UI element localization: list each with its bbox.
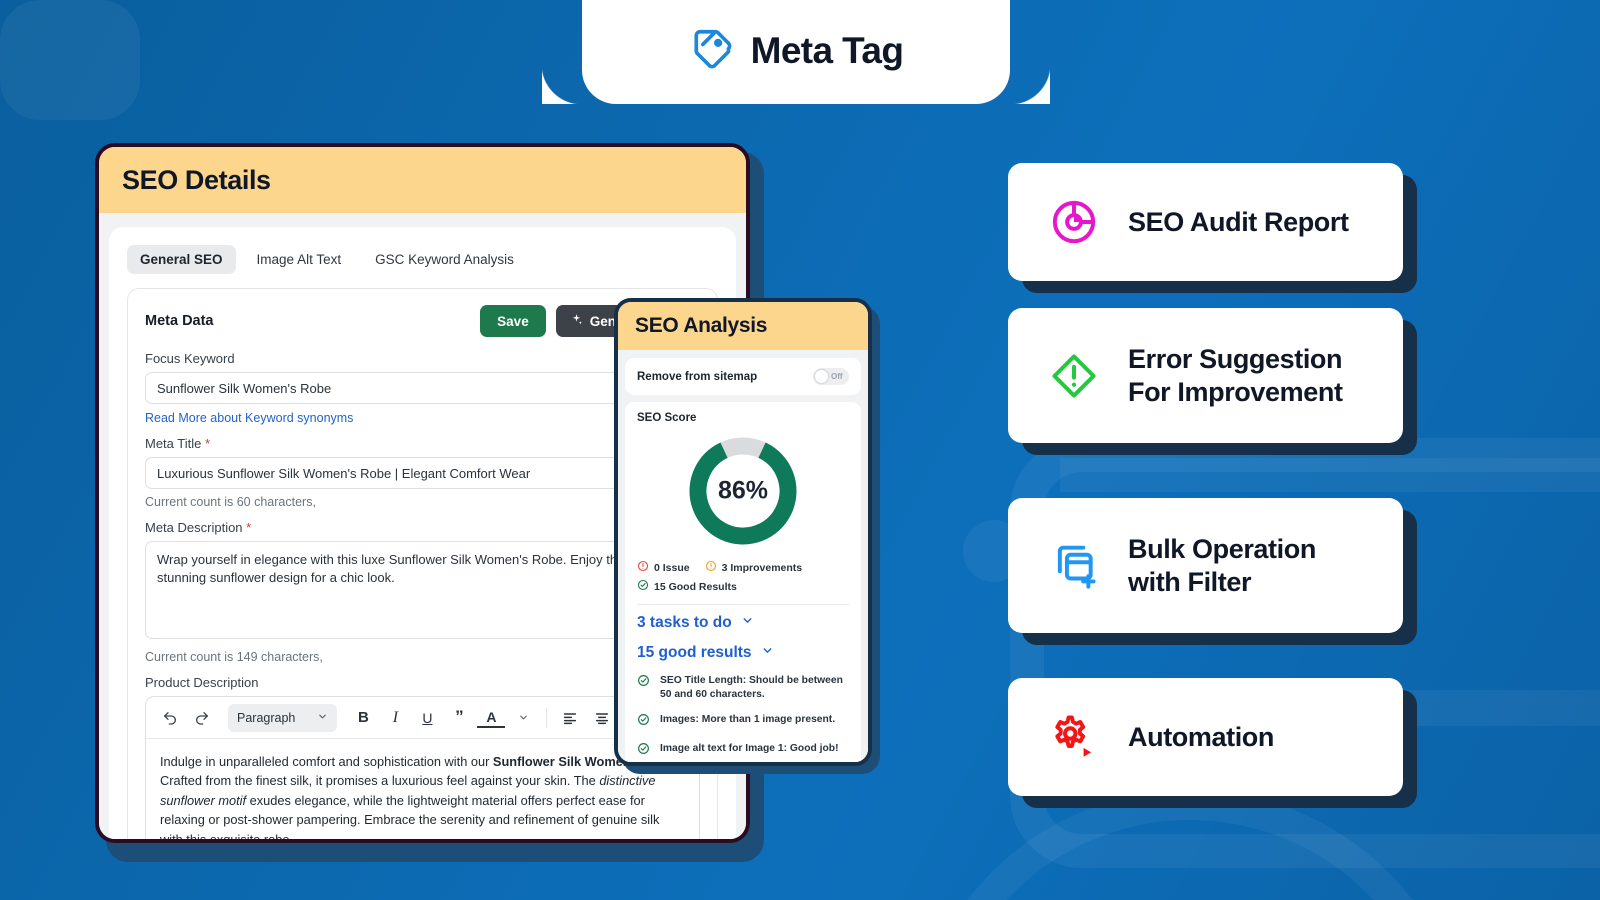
alert-diamond-icon [1048,350,1100,402]
improvements-stat-label: 3 Improvements [721,561,803,574]
feature-label-line1: Bulk Operation [1128,533,1316,564]
seo-details-header: SEO Details [99,147,746,213]
seo-score-section: SEO Score 86% 0 Issue 3 Improvements 15 … [625,402,861,762]
feature-label: SEO Audit Report [1128,206,1349,237]
deco-bar [1060,458,1600,492]
seo-score-donut-chart: 86% [637,432,849,550]
chevron-down-icon [317,711,328,725]
seo-analysis-card: SEO Analysis Remove from sitemap Off SEO… [614,298,872,766]
required-marker: * [246,520,252,535]
feature-card-seo-audit-report[interactable]: SEO Audit Report [1008,163,1403,281]
toggle-knob [815,370,828,383]
feature-label-line2: For Improvement [1128,376,1343,407]
toolbar-divider [546,707,548,728]
seo-stat-row-2: 15 Good Results [637,579,849,594]
align-left-icon[interactable] [556,704,584,732]
seo-analysis-header: SEO Analysis [618,302,868,350]
feature-card-automation[interactable]: Automation [1008,678,1403,796]
toggle-state-label: Off [831,372,843,381]
save-button[interactable]: Save [480,305,546,337]
chevron-down-icon [741,614,754,632]
feature-label: Automation [1128,721,1274,752]
text-color-icon[interactable]: A [477,708,506,728]
undo-icon[interactable] [156,704,184,732]
align-center-icon[interactable] [588,704,616,732]
seo-details-title: SEO Details [122,164,271,195]
good-result-text: Images: More than 1 image present. [660,714,836,726]
text-color-chevron-down-icon[interactable] [509,704,537,732]
seo-analysis-body: Remove from sitemap Off SEO Score 86% 0 … [618,350,868,762]
feature-label: Bulk Operation with Filter [1128,533,1316,599]
issues-stat-label: 0 Issue [654,561,690,574]
tab-gsc-keyword-analysis[interactable]: GSC Keyword Analysis [362,245,527,274]
page-header: Meta Tag [0,0,1600,106]
chevron-down-icon [761,644,774,662]
good-result-text: Image alt text for Image 1: Good job! [660,743,839,755]
pie-chart-icon [1048,196,1100,248]
good-result-text: SEO Title Length: Should be between 50 a… [660,675,843,701]
good-results-label: 15 good results [637,644,752,661]
check-circle-icon [637,742,650,760]
good-results-stat-label: 15 Good Results [654,580,737,593]
seo-stat-row-1: 0 Issue 3 Improvements [637,560,849,575]
feature-label-line1: Error Suggestion [1128,343,1343,374]
redo-icon[interactable] [188,704,216,732]
seo-tabs: General SEO Image Alt Text GSC Keyword A… [127,245,718,274]
good-results-stat: 15 Good Results [637,579,737,594]
alert-circle-icon [637,560,649,575]
italic-icon[interactable]: I [381,704,409,732]
copy-plus-icon [1048,540,1100,592]
feature-label-line2: with Filter [1128,566,1252,597]
bold-icon[interactable]: B [349,704,377,732]
seo-analysis-title: SEO Analysis [635,314,768,337]
required-marker: * [204,436,211,451]
good-result-item: SEO Title Length: Should be between 50 a… [637,674,849,702]
feature-card-error-suggestion[interactable]: Error Suggestion For Improvement [1008,308,1403,443]
block-format-select[interactable]: Paragraph [228,703,338,732]
tag-icon [689,26,735,77]
remove-from-sitemap-toggle[interactable]: Off [813,368,849,385]
tasks-to-do-label: 3 tasks to do [637,614,732,631]
seo-score-label: SEO Score [637,412,697,424]
blockquote-icon[interactable]: ” [445,704,473,732]
block-format-value: Paragraph [237,710,296,725]
pd-text-1: Indulge in unparalleled comfort and soph… [160,754,493,769]
remove-from-sitemap-row: Remove from sitemap Off [625,358,861,395]
good-result-item: Images: More than 1 image present. [637,713,849,731]
sparkle-icon [570,313,583,329]
improvements-stat: 3 Improvements [705,560,803,575]
tab-general-seo[interactable]: General SEO [127,245,236,274]
check-circle-icon [637,674,650,702]
gear-play-icon [1048,711,1100,763]
good-results-accordion[interactable]: 15 good results [637,644,849,662]
divider [637,604,849,605]
remove-from-sitemap-label: Remove from sitemap [637,370,758,383]
header-tab: Meta Tag [582,0,1050,104]
tab-image-alt-text[interactable]: Image Alt Text [244,245,355,274]
check-circle-icon [637,713,650,731]
alert-circle-icon [705,560,717,575]
seo-score-value: 86% [717,476,769,505]
issues-stat: 0 Issue [637,560,690,575]
underline-icon[interactable]: U [413,704,441,732]
feature-card-bulk-operation[interactable]: Bulk Operation with Filter [1008,498,1403,633]
meta-data-title: Meta Data [145,313,214,329]
feature-label: Error Suggestion For Improvement [1128,343,1343,409]
tasks-to-do-accordion[interactable]: 3 tasks to do [637,614,849,632]
page-title: Meta Tag [750,30,904,71]
good-result-item: Image alt text for Image 1: Good job! [637,742,849,760]
check-circle-icon [637,579,649,594]
